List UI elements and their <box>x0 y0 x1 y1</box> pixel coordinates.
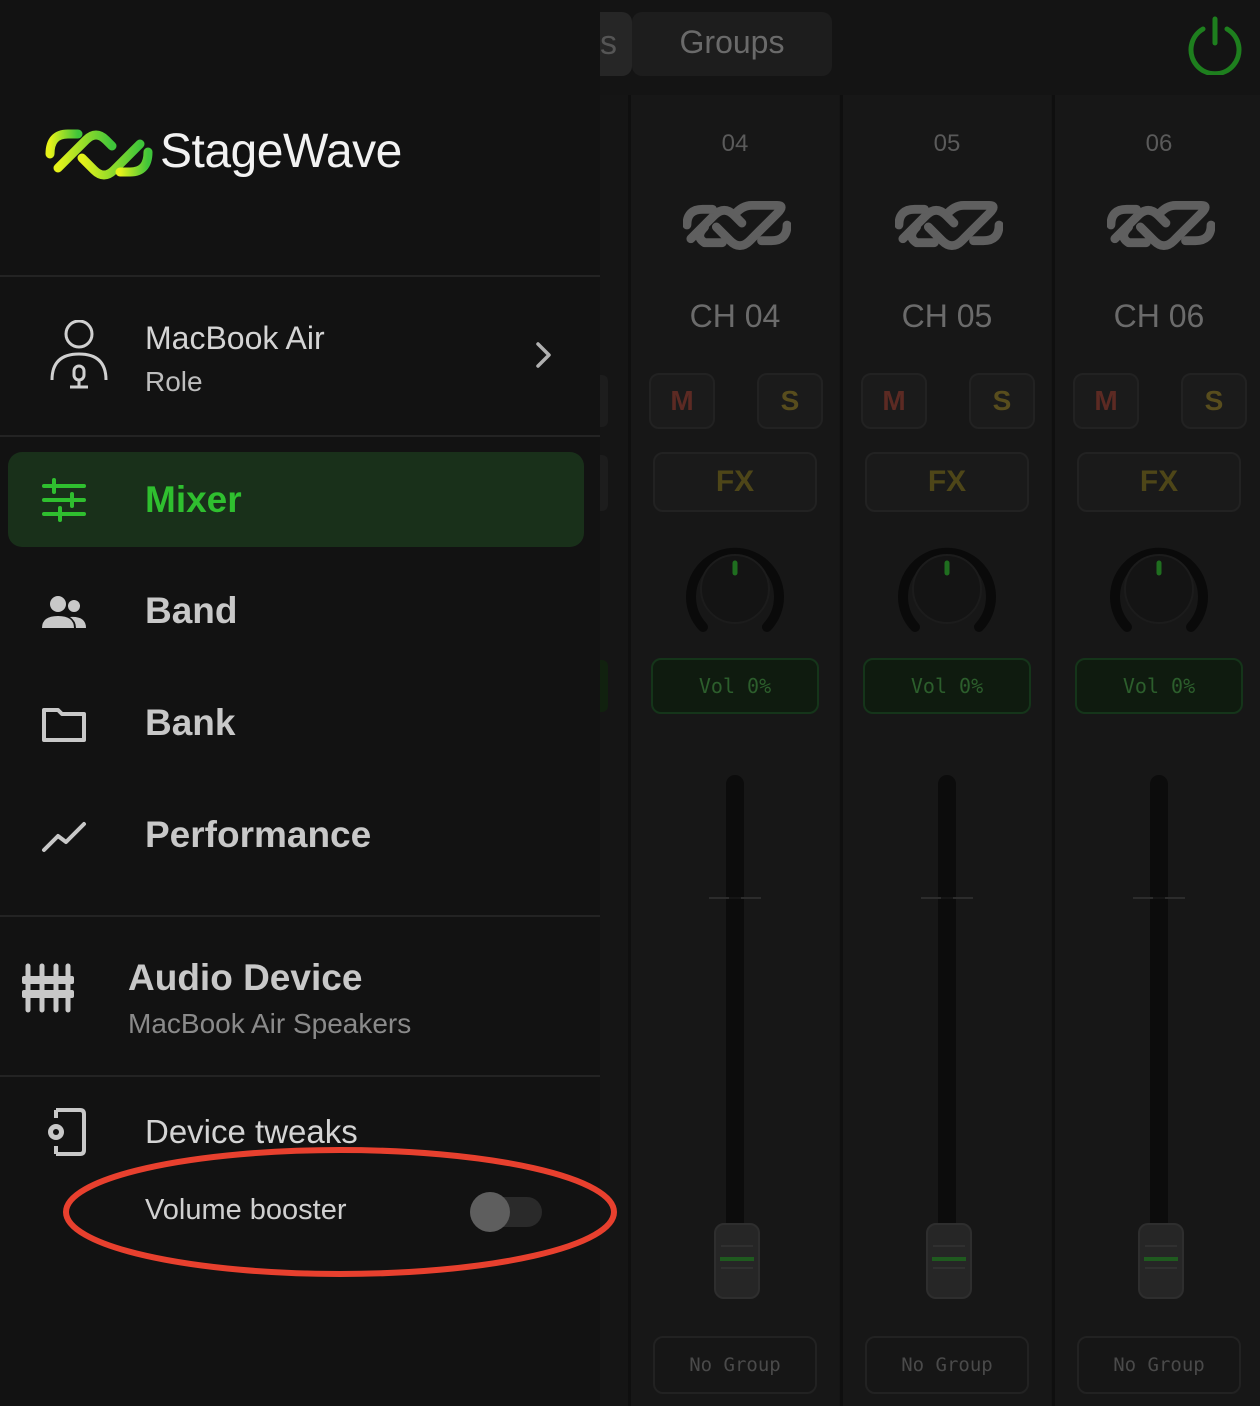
group-select-button[interactable]: No Group <box>653 1336 817 1394</box>
channel-number: 04 <box>721 130 749 157</box>
chevron-right-icon[interactable] <box>530 338 558 372</box>
trend-line-icon <box>42 822 86 852</box>
channel-strip: 06 CH 06 M S FX Vol 0% No Group <box>1052 95 1260 1406</box>
tab-previous-label: s <box>600 24 617 62</box>
mixer-topbar: s Groups <box>560 0 1260 95</box>
group-select-button[interactable]: No Group <box>865 1336 1029 1394</box>
tab-groups[interactable]: Groups <box>632 12 832 76</box>
fader-handle[interactable] <box>714 1223 760 1299</box>
nav-label-performance: Performance <box>145 814 372 855</box>
folder-icon <box>42 708 86 742</box>
divider <box>0 1075 600 1077</box>
fx-button[interactable]: FX <box>865 452 1029 512</box>
stagewave-logo-icon <box>45 129 153 180</box>
fader-track[interactable] <box>938 775 956 1295</box>
volume-booster-label: Volume booster <box>145 1194 347 1226</box>
nav-item-mixer[interactable]: Mixer <box>8 452 584 547</box>
solo-button[interactable]: S <box>757 373 823 429</box>
device-tweaks-title: Device tweaks <box>145 1113 358 1150</box>
fader-handle[interactable] <box>926 1223 972 1299</box>
pan-knob[interactable] <box>681 535 789 643</box>
channel-logo-icon <box>683 200 791 251</box>
fader-unity-mark <box>921 897 973 899</box>
channel-name: CH 04 <box>689 298 781 334</box>
volume-display: Vol 0% <box>1075 658 1243 714</box>
audio-device-title: Audio Device <box>128 957 363 998</box>
volume-booster-toggle[interactable] <box>470 1192 542 1232</box>
fader-track[interactable] <box>1150 775 1168 1295</box>
divider <box>0 435 600 437</box>
partial-channel-edge <box>600 360 608 720</box>
divider <box>0 275 600 277</box>
volume-display: Vol 0% <box>651 658 819 714</box>
user-mic-icon <box>50 320 108 389</box>
group-select-button[interactable]: No Group <box>1077 1336 1241 1394</box>
app-brand-name: StageWave <box>160 125 402 178</box>
channel-logo-icon <box>1107 200 1215 251</box>
nav-label-mixer: Mixer <box>145 479 242 520</box>
mute-button[interactable]: M <box>861 373 927 429</box>
toggle-knob <box>470 1192 510 1232</box>
profile-role: Role <box>145 366 203 397</box>
volume-display: Vol 0% <box>863 658 1031 714</box>
channel-name: CH 05 <box>901 298 993 334</box>
mute-button[interactable]: M <box>649 373 715 429</box>
people-icon <box>42 596 86 628</box>
channel-logo-icon <box>895 200 1003 251</box>
fx-button[interactable]: FX <box>1077 452 1241 512</box>
pan-knob[interactable] <box>893 535 1001 643</box>
channel-name: CH 06 <box>1113 298 1205 334</box>
pan-knob[interactable] <box>1105 535 1213 643</box>
sliders-icon <box>42 478 86 522</box>
profile-device-name: MacBook Air <box>145 320 325 356</box>
fx-button[interactable]: FX <box>653 452 817 512</box>
divider <box>0 915 600 917</box>
solo-button[interactable]: S <box>969 373 1035 429</box>
mixer-view: s Groups 04 CH 04 M S FX Vol 0% No Group… <box>560 0 1260 1406</box>
fader-handle[interactable] <box>1138 1223 1184 1299</box>
device-settings-icon <box>48 1108 86 1156</box>
channel-strip: 05 CH 05 M S FX Vol 0% No Group <box>840 95 1051 1406</box>
audio-device-name: MacBook Air Speakers <box>128 1008 412 1039</box>
side-drawer: StageWave MacBook Air Role Mixer Band Ba… <box>0 0 600 1406</box>
solo-button[interactable]: S <box>1181 373 1247 429</box>
fader-unity-mark <box>709 897 761 899</box>
nav-label-bank: Bank <box>145 702 236 743</box>
fader-unity-mark <box>1133 897 1185 899</box>
mute-button[interactable]: M <box>1073 373 1139 429</box>
channel-number: 06 <box>1145 130 1173 157</box>
channel-number: 05 <box>933 130 961 157</box>
nav-label-band: Band <box>145 590 238 631</box>
tab-groups-label: Groups <box>679 24 785 60</box>
channel-strip: 04 CH 04 M S FX Vol 0% No Group <box>628 95 839 1406</box>
power-icon[interactable] <box>1185 15 1245 75</box>
fader-track[interactable] <box>726 775 744 1295</box>
equalizer-icon <box>22 963 74 1013</box>
